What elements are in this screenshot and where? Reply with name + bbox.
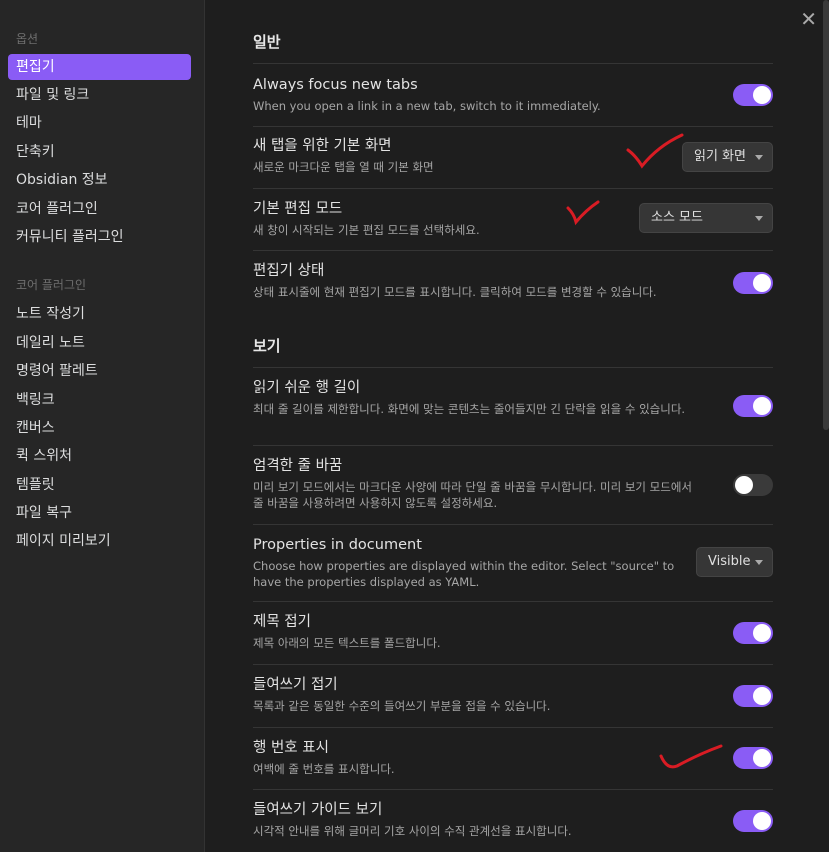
always-focus-new-tabs-toggle[interactable]	[733, 84, 773, 106]
toggle-knob	[753, 812, 771, 830]
sidebar-item-editor[interactable]: 편집기	[8, 54, 191, 80]
indentation-guides-toggle[interactable]	[733, 810, 773, 832]
sidebar-item-command-palette[interactable]: 명령어 팔레트	[8, 358, 191, 386]
setting-title: 제목 접기	[253, 614, 311, 630]
sidebar-item-note-composer[interactable]: 노트 작성기	[8, 301, 191, 329]
annotation-checkmark-icon	[566, 200, 600, 226]
toggle-knob	[753, 397, 771, 415]
readable-line-length-toggle[interactable]	[733, 395, 773, 417]
default-editing-mode-dropdown[interactable]: 소스 모드	[639, 203, 773, 233]
setting-title: 편집기 상태	[253, 263, 325, 279]
toggle-knob	[735, 476, 753, 494]
section-title-view: 보기	[253, 337, 281, 355]
setting-indentation-guides: 들여쓰기 가이드 보기 시각적 안내를 위해 글머리 기호 사이의 수직 관계선…	[253, 800, 773, 839]
divider	[253, 367, 773, 368]
setting-strict-line-breaks: 엄격한 줄 바꿈 미리 보기 모드에서는 마크다운 사양에 따라 단일 줄 바꿈…	[253, 456, 773, 511]
divider	[253, 789, 773, 790]
divider	[253, 126, 773, 127]
setting-always-focus-new-tabs: Always focus new tabs When you open a li…	[253, 75, 773, 114]
section-title-general: 일반	[253, 33, 281, 51]
setting-title: Always focus new tabs	[253, 77, 418, 93]
sidebar-item-files-links[interactable]: 파일 및 링크	[8, 82, 191, 110]
settings-content: ✕ 일반 Always focus new tabs When you open…	[206, 0, 829, 852]
setting-properties-in-document: Properties in document Choose how proper…	[253, 535, 773, 590]
setting-description: 최대 줄 길이를 제한합니다. 화면에 맞는 콘텐츠는 줄어들지만 긴 단락을 …	[253, 402, 686, 416]
sidebar-item-backlinks[interactable]: 백링크	[8, 387, 191, 415]
sidebar-item-canvas[interactable]: 캔버스	[8, 415, 191, 443]
annotation-checkmark-icon	[626, 133, 684, 169]
strict-line-breaks-toggle[interactable]	[733, 474, 773, 496]
setting-readable-line-length: 읽기 쉬운 행 길이 최대 줄 길이를 제한합니다. 화면에 맞는 콘텐츠는 줄…	[253, 378, 773, 417]
editor-status-toggle[interactable]	[733, 272, 773, 294]
properties-display-dropdown[interactable]: Visible	[696, 547, 773, 577]
sidebar-heading-core-plugins: 코어 플러그인	[16, 278, 87, 293]
sidebar-item-file-recovery[interactable]: 파일 복구	[8, 500, 191, 528]
dropdown-value: Visible	[708, 554, 751, 569]
setting-title: 읽기 쉬운 행 길이	[253, 380, 361, 396]
divider	[253, 664, 773, 665]
setting-description: 목록과 같은 동일한 수준의 들여쓰기 부분을 접을 수 있습니다.	[253, 699, 551, 713]
show-line-numbers-toggle[interactable]	[733, 747, 773, 769]
sidebar-item-templates[interactable]: 템플릿	[8, 472, 191, 500]
divider	[253, 188, 773, 189]
sidebar-item-about[interactable]: Obsidian 정보	[8, 167, 191, 195]
scrollbar[interactable]	[823, 0, 829, 430]
setting-description: 상태 표시줄에 현재 편집기 모드를 표시합니다. 클릭하여 모드를 변경할 수…	[253, 285, 657, 299]
divider	[253, 601, 773, 602]
setting-fold-heading: 제목 접기 제목 아래의 모든 텍스트를 폴드합니다.	[253, 612, 773, 651]
setting-title: Properties in document	[253, 537, 422, 553]
sidebar-item-quick-switcher[interactable]: 퀵 스위처	[8, 443, 191, 471]
setting-title: 들여쓰기 접기	[253, 677, 338, 693]
setting-title: 들여쓰기 가이드 보기	[253, 802, 383, 818]
setting-default-view-new-tab: 새 탭을 위한 기본 화면 새로운 마크다운 탭을 열 때 기본 화면 읽기 화…	[253, 136, 773, 175]
setting-title: 엄격한 줄 바꿈	[253, 458, 343, 474]
sidebar-item-core-plugins[interactable]: 코어 플러그인	[8, 196, 191, 224]
setting-description: 제목 아래의 모든 텍스트를 폴드합니다.	[253, 636, 441, 650]
divider	[253, 445, 773, 446]
settings-sidebar: 옵션 편집기 파일 및 링크 테마 단축키 Obsidian 정보 코어 플러그…	[0, 0, 205, 852]
setting-description: When you open a link in a new tab, switc…	[253, 99, 601, 113]
annotation-checkmark-icon	[659, 744, 723, 769]
sidebar-heading-options: 옵션	[16, 32, 39, 46]
default-view-dropdown[interactable]: 읽기 화면	[682, 142, 773, 172]
toggle-knob	[753, 749, 771, 767]
divider	[253, 250, 773, 251]
sidebar-item-daily-notes[interactable]: 데일리 노트	[8, 330, 191, 358]
sidebar-item-community-plugins[interactable]: 커뮤니티 플러그인	[8, 224, 191, 252]
setting-description: Choose how properties are displayed with…	[253, 559, 675, 589]
chevron-down-icon	[755, 155, 763, 160]
sidebar-item-appearance[interactable]: 테마	[8, 110, 191, 138]
sidebar-item-hotkeys[interactable]: 단축키	[8, 139, 191, 167]
divider	[253, 727, 773, 728]
dropdown-value: 소스 모드	[651, 210, 703, 225]
close-icon[interactable]: ✕	[800, 9, 817, 29]
fold-heading-toggle[interactable]	[733, 622, 773, 644]
fold-indent-toggle[interactable]	[733, 685, 773, 707]
toggle-knob	[753, 86, 771, 104]
toggle-knob	[753, 624, 771, 642]
sidebar-item-page-preview[interactable]: 페이지 미리보기	[8, 528, 191, 556]
setting-default-editing-mode: 기본 편집 모드 새 창이 시작되는 기본 편집 모드를 선택하세요. 소스 모…	[253, 199, 773, 238]
chevron-down-icon	[755, 216, 763, 221]
dropdown-value: 읽기 화면	[694, 149, 746, 164]
divider	[253, 524, 773, 525]
divider	[253, 63, 773, 64]
setting-description: 미리 보기 모드에서는 마크다운 사양에 따라 단일 줄 바꿈을 무시합니다. …	[253, 480, 692, 510]
setting-description: 여백에 줄 번호를 표시합니다.	[253, 762, 395, 776]
toggle-knob	[753, 687, 771, 705]
toggle-knob	[753, 274, 771, 292]
setting-editor-status: 편집기 상태 상태 표시줄에 현재 편집기 모드를 표시합니다. 클릭하여 모드…	[253, 261, 773, 300]
chevron-down-icon	[755, 560, 763, 565]
setting-fold-indent: 들여쓰기 접기 목록과 같은 동일한 수준의 들여쓰기 부분을 접을 수 있습니…	[253, 675, 773, 714]
setting-description: 시각적 안내를 위해 글머리 기호 사이의 수직 관계선을 표시합니다.	[253, 824, 572, 838]
